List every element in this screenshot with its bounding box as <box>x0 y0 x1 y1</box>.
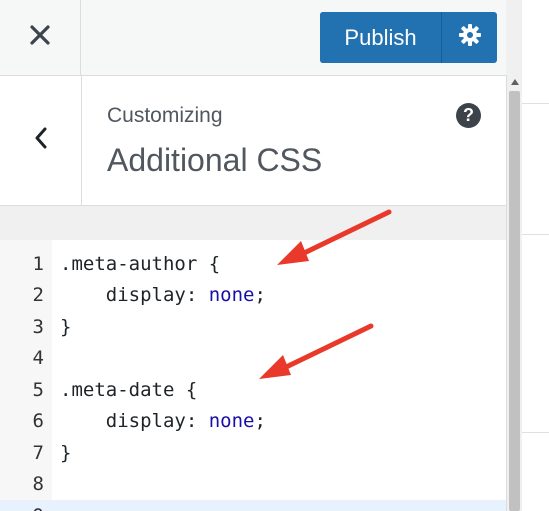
publish-button-group: Publish <box>320 12 497 63</box>
code-line[interactable]: 1 .meta-author { <box>0 248 506 280</box>
preview-divider <box>522 234 549 235</box>
code-line[interactable]: 6 display: none; <box>0 406 506 438</box>
line-number: 4 <box>32 347 44 370</box>
line-number: 8 <box>32 473 44 496</box>
gear-icon <box>458 23 482 52</box>
help-icon[interactable]: ? <box>456 103 481 128</box>
preview-divider <box>522 103 549 104</box>
css-property: display: <box>60 284 209 307</box>
code-line[interactable]: 4 <box>0 343 506 375</box>
css-property: display: <box>60 410 209 433</box>
line-number: 9 <box>0 505 52 511</box>
code-line[interactable]: 2 display: none; <box>0 280 506 312</box>
scrollbar-thumb[interactable] <box>509 91 520 511</box>
line-code: } <box>52 316 71 338</box>
line-code: .meta-author { <box>52 253 220 275</box>
close-button[interactable] <box>0 0 81 75</box>
css-value: none <box>208 284 255 307</box>
line-code: display: none; <box>52 284 266 306</box>
scroll-up-arrow[interactable] <box>511 79 519 85</box>
breadcrumb: Customizing <box>107 104 223 127</box>
customizer-panel: Publish Customizing Additional CSS ? 1 .… <box>0 0 506 511</box>
css-selector: .meta-date { <box>60 378 198 401</box>
customizer-header: Publish <box>0 0 506 76</box>
line-number: 3 <box>32 315 44 338</box>
code-line[interactable]: 5 .meta-date { <box>0 374 506 406</box>
css-selector: } <box>60 441 72 464</box>
code-line[interactable]: 7} <box>0 437 506 469</box>
publish-button[interactable]: Publish <box>320 12 441 63</box>
page-title: Additional CSS <box>107 142 323 178</box>
css-semicolon: ; <box>254 284 266 307</box>
line-code: display: none; <box>52 410 266 432</box>
code-line[interactable]: 3} <box>0 311 506 343</box>
back-button[interactable] <box>0 76 82 205</box>
code-line[interactable]: 9 <box>0 500 506 511</box>
line-number: 1 <box>32 252 44 275</box>
css-semicolon: ; <box>254 410 266 433</box>
preview-divider <box>522 432 549 433</box>
site-preview <box>522 0 549 511</box>
line-number: 6 <box>32 410 44 433</box>
scrollbar[interactable] <box>506 75 522 511</box>
css-selector: } <box>60 315 72 338</box>
css-code-editor[interactable]: 1 .meta-author {2 display: none; 3} 4 5 .meta… <box>0 240 506 511</box>
close-icon <box>29 24 51 51</box>
line-code: } <box>52 442 71 464</box>
css-selector: .meta-author { <box>60 252 221 275</box>
code-line[interactable]: 8 <box>0 469 506 501</box>
css-value: none <box>208 410 255 433</box>
line-number: 5 <box>32 378 44 401</box>
line-number: 2 <box>32 284 44 307</box>
chevron-left-icon <box>33 126 49 155</box>
publish-settings-button[interactable] <box>441 12 497 63</box>
section-title: Customizing Additional CSS ? <box>0 76 506 206</box>
line-code: .meta-date { <box>52 379 197 401</box>
line-number: 7 <box>32 441 44 464</box>
